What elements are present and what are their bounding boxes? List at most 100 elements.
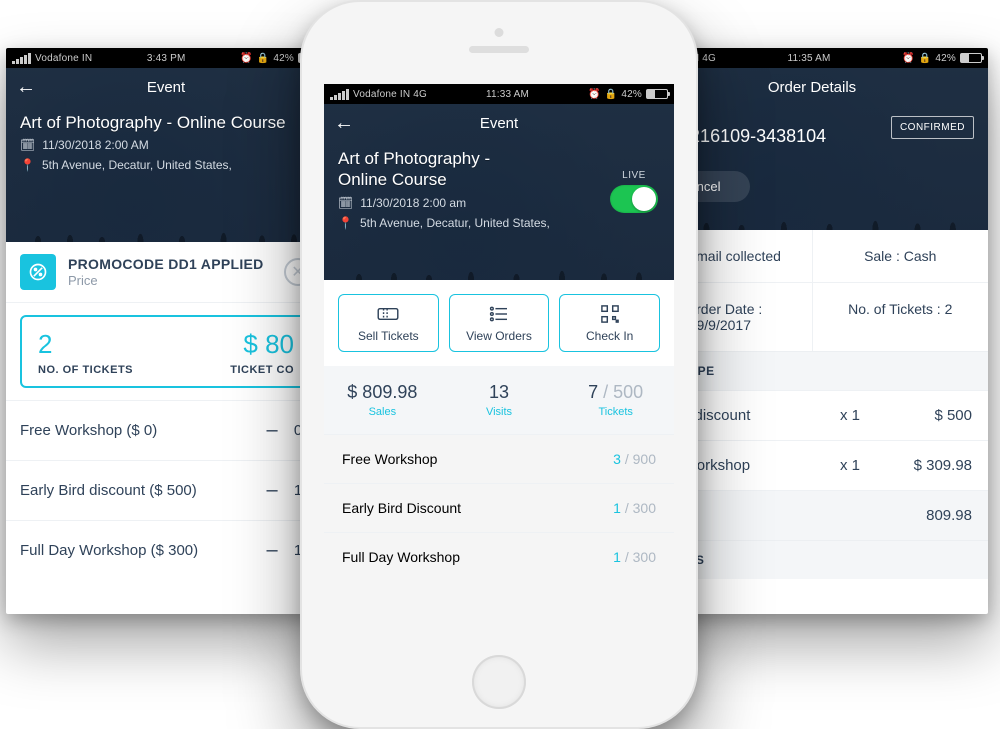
event-location: 5th Avenue, Decatur, United States, — [42, 158, 232, 172]
ticket-qty: x 1 — [840, 457, 882, 474]
back-icon[interactable]: ← — [334, 112, 354, 135]
calendar-icon: 🗓 — [338, 196, 353, 210]
stat-total: / 500 — [598, 382, 643, 402]
stats-row: $ 809.98 Sales 13 Visits 7 / 500 Tickets — [324, 366, 674, 434]
signal-icon — [12, 53, 31, 64]
status-bar: Vodafone IN 3:43 PM ⏰ 🔒 42% — [6, 48, 326, 68]
ticket-cost-label: TICKET CO — [166, 364, 294, 376]
stat-value: 7 — [588, 382, 598, 402]
event-date: 11/30/2018 2:00 AM — [42, 138, 149, 152]
ticket-name: Free Workshop ($ 0) — [20, 421, 260, 441]
clock-label: 11:33 AM — [486, 89, 529, 100]
stat-sales: $ 809.98 Sales — [324, 382, 441, 418]
ticket-count: 2 — [38, 329, 166, 360]
stat-tickets: 7 / 500 Tickets — [557, 382, 674, 418]
promo-header: PROMOCODE DD1 APPLIED — [68, 256, 272, 272]
screen-sell-tickets: Vodafone IN 3:43 PM ⏰ 🔒 42% ← Event Art … — [6, 48, 326, 614]
num-tickets-cell: No. of Tickets : 2 — [812, 283, 989, 351]
alarm-icon: ⏰ — [588, 89, 601, 100]
qr-icon — [601, 305, 619, 323]
alarm-icon: ⏰ — [902, 53, 915, 64]
event-location: 5th Avenue, Decatur, United States, — [360, 216, 550, 230]
event-title: Art of Photography - Online Course — [6, 106, 326, 135]
clock-label: 11:35 AM — [787, 53, 830, 64]
battery-label: 42% — [273, 53, 294, 64]
action-row: Sell Tickets View Orders Check In — [324, 280, 674, 366]
promo-tag-icon — [20, 254, 56, 290]
signal-icon — [330, 89, 349, 100]
ticket-amount: $ 309.98 — [882, 457, 972, 474]
event-date: 11/30/2018 2:00 am — [360, 196, 466, 210]
rotation-lock-icon: 🔒 — [605, 89, 618, 100]
stat-visits: 13 Visits — [441, 382, 558, 418]
page-title: Event — [480, 115, 518, 132]
calendar-icon: 🗓 — [20, 138, 35, 152]
promocode-banner: PROMOCODE DD1 APPLIED Price ✕ — [6, 242, 326, 303]
page-title: Event — [147, 79, 185, 96]
course-name: Early Bird Discount — [342, 500, 461, 516]
page-title: Order Details — [768, 79, 856, 96]
course-total: / 900 — [621, 451, 656, 467]
live-toggle[interactable] — [610, 185, 658, 213]
decrement-button[interactable]: – — [260, 539, 284, 562]
stat-label: Sales — [324, 406, 441, 418]
course-count: 1 — [613, 500, 621, 516]
status-badge: CONFIRMED — [891, 116, 974, 139]
cart-summary: 2 NO. OF TICKETS $ 80 TICKET CO — [20, 315, 312, 388]
sell-tickets-button[interactable]: Sell Tickets — [338, 294, 439, 352]
phone-frame: Vodafone IN 4G 11:33 AM ⏰ 🔒 42% ← Event … — [300, 0, 698, 729]
home-button[interactable] — [472, 655, 526, 709]
pin-icon: 📍 — [20, 158, 35, 172]
ticket-row: Early Bird discount ($ 500) – 1 — [6, 460, 326, 520]
status-bar: Vodafone IN 4G 11:33 AM ⏰ 🔒 42% — [324, 84, 674, 104]
promo-sub: Price — [68, 273, 272, 288]
ticket-qty: x 1 — [840, 407, 882, 424]
stat-label: Tickets — [557, 406, 674, 418]
course-total: / 300 — [621, 500, 656, 516]
decrement-button[interactable]: – — [260, 419, 284, 442]
pin-icon: 📍 — [338, 216, 353, 230]
course-row[interactable]: Free Workshop 3 / 900 — [324, 434, 674, 483]
carrier-label: Vodafone IN 4G — [353, 89, 427, 100]
rotation-lock-icon: 🔒 — [919, 53, 932, 64]
ticket-icon — [377, 305, 399, 323]
alarm-icon: ⏰ — [240, 53, 253, 64]
stat-label: Visits — [441, 406, 558, 418]
battery-label: 42% — [935, 53, 956, 64]
order-date-value: 9/9/2017 — [697, 317, 752, 333]
action-label: View Orders — [466, 329, 532, 343]
battery-icon — [646, 89, 668, 99]
list-icon — [489, 305, 509, 323]
course-count: 1 — [613, 549, 621, 565]
course-name: Full Day Workshop — [342, 549, 460, 565]
live-toggle-block: LIVE — [610, 170, 658, 213]
hero: ← Event Art of Photography - Online Cour… — [6, 68, 326, 242]
stat-value: 13 — [441, 382, 558, 403]
ticket-amount: $ 500 — [882, 407, 972, 424]
hero: ← Event Art of Photography - Online Cour… — [324, 104, 674, 280]
course-row[interactable]: Early Bird Discount 1 / 300 — [324, 483, 674, 532]
battery-icon — [960, 53, 982, 63]
check-in-button[interactable]: Check In — [559, 294, 660, 352]
ticket-row: Free Workshop ($ 0) – 0 — [6, 400, 326, 460]
back-icon[interactable]: ← — [16, 76, 36, 99]
course-row[interactable]: Full Day Workshop 1 / 300 — [324, 532, 674, 581]
ticket-name: Early Bird discount ($ 500) — [20, 481, 260, 501]
ticket-cost: $ 80 — [166, 329, 294, 360]
action-label: Check In — [586, 329, 633, 343]
battery-label: 42% — [621, 89, 642, 100]
view-orders-button[interactable]: View Orders — [449, 294, 550, 352]
clock-label: 3:43 PM — [147, 53, 186, 64]
ticket-name: Full Day Workshop ($ 300) — [20, 541, 260, 561]
carrier-label: Vodafone IN — [35, 53, 92, 64]
ticket-row: Full Day Workshop ($ 300) – 1 — [6, 520, 326, 580]
decrement-button[interactable]: – — [260, 479, 284, 502]
action-label: Sell Tickets — [358, 329, 419, 343]
course-name: Free Workshop — [342, 451, 437, 467]
live-label: LIVE — [610, 170, 658, 181]
total-amount: 809.98 — [882, 507, 972, 524]
event-title: Art of Photography - Online Course — [324, 142, 554, 193]
sale-cell: Sale : Cash — [812, 230, 989, 282]
stat-value: $ 809.98 — [324, 382, 441, 403]
rotation-lock-icon: 🔒 — [257, 53, 270, 64]
